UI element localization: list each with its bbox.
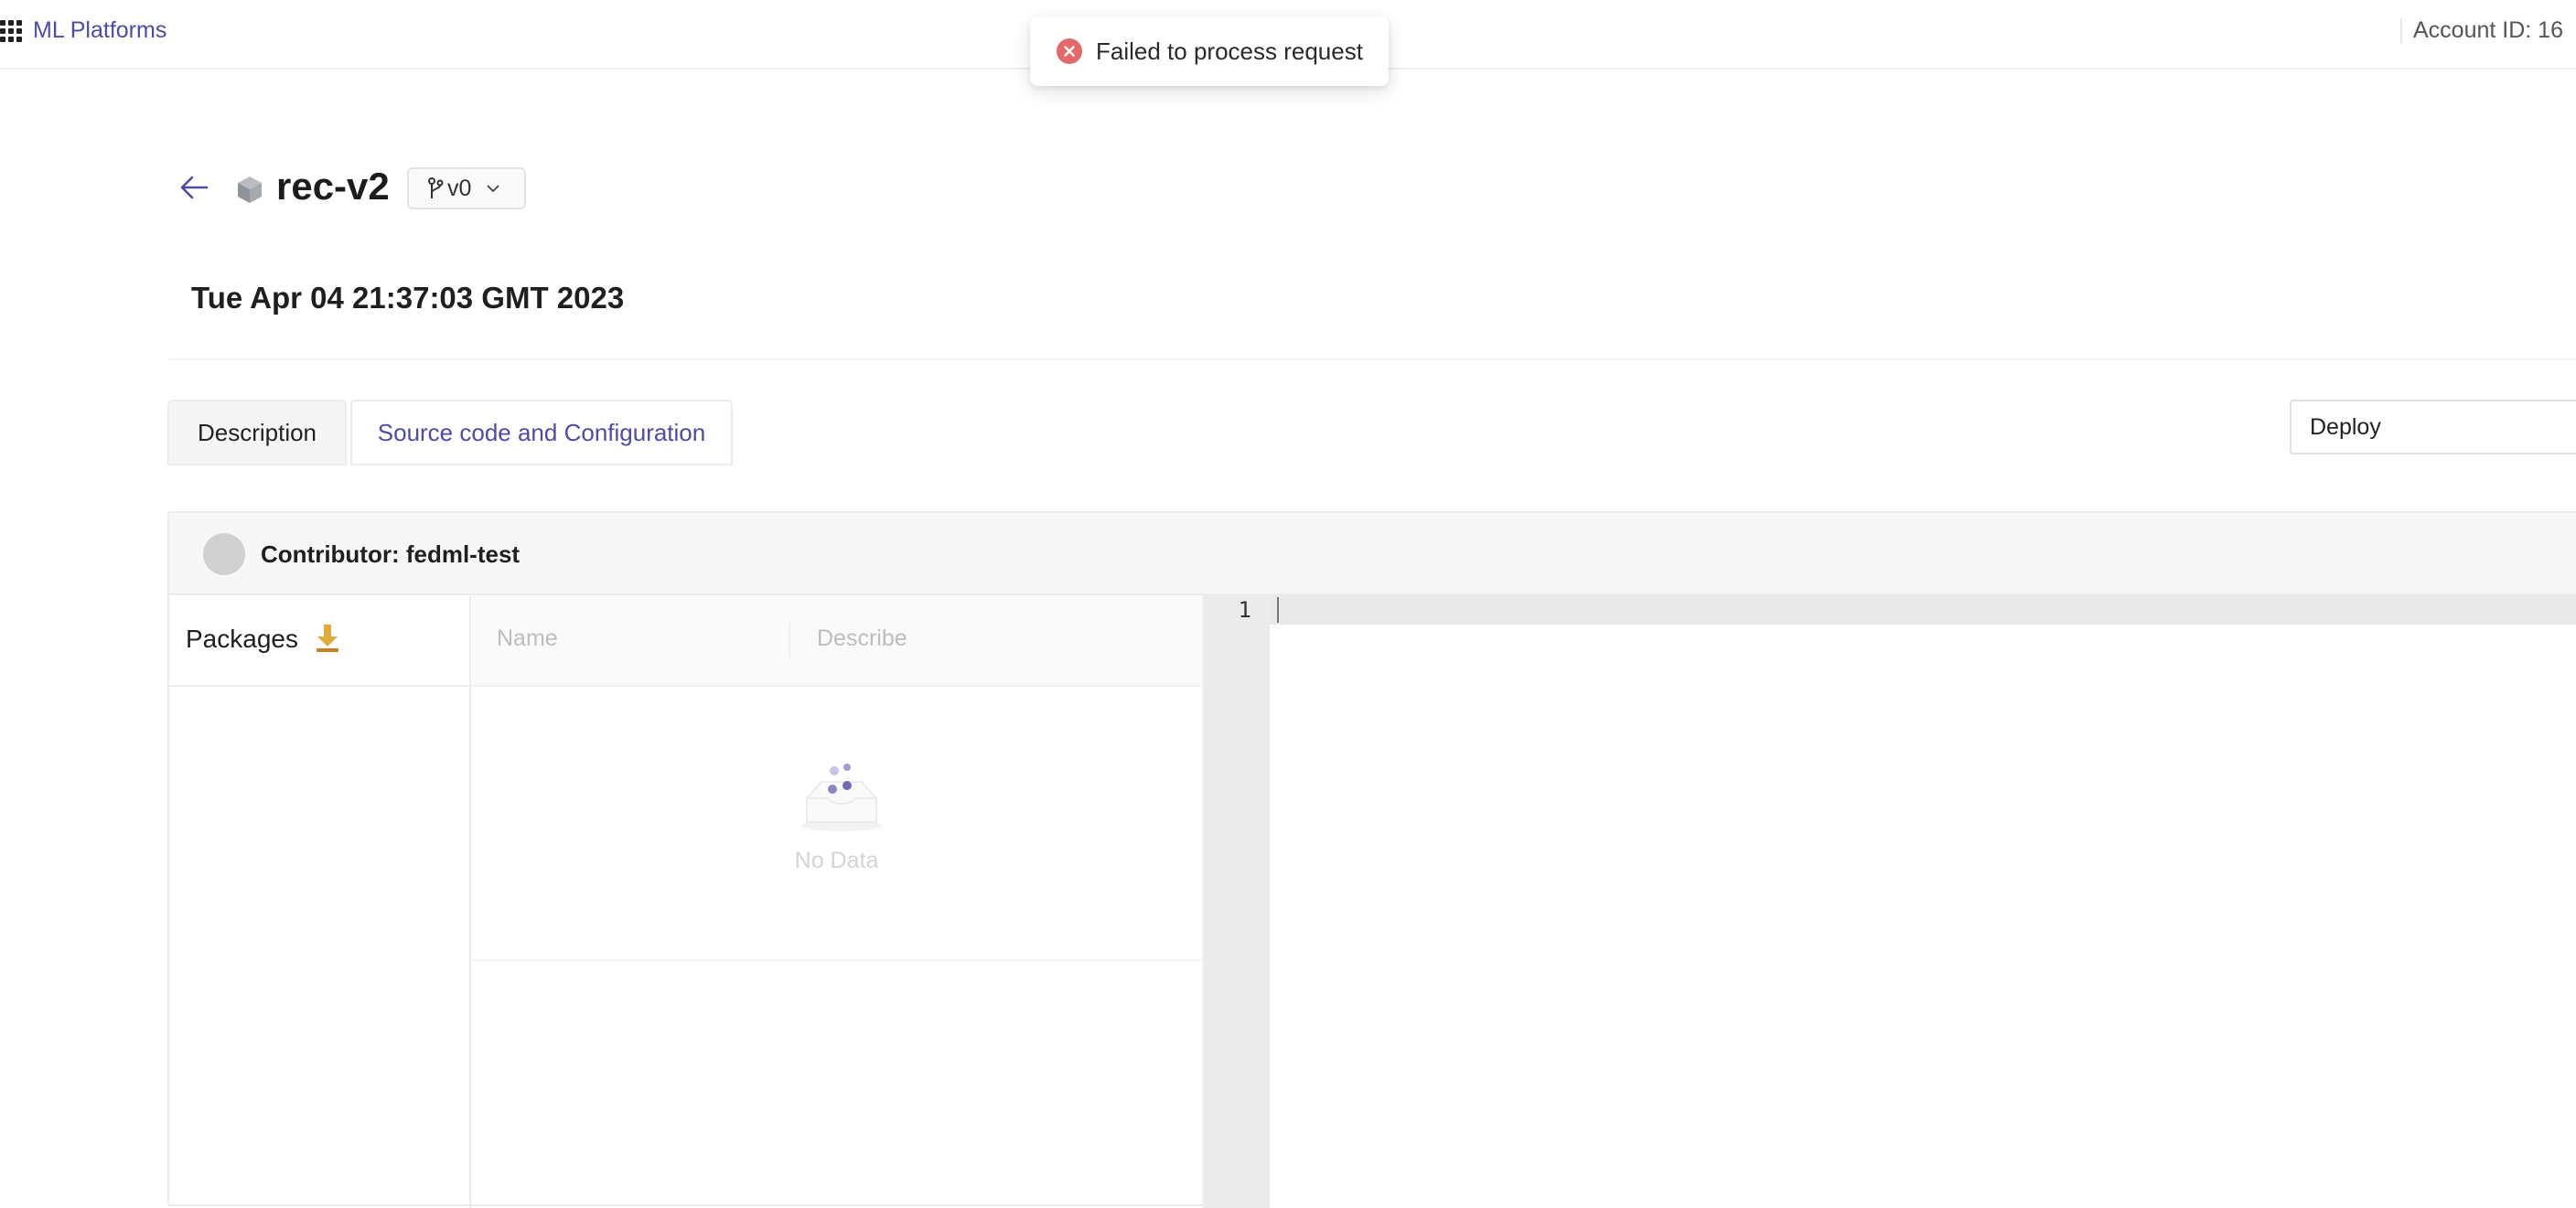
version-label: v0 [447, 175, 472, 201]
empty-box-icon [801, 764, 882, 831]
active-line [1270, 595, 2576, 625]
packages-title: Packages [186, 625, 298, 653]
version-select[interactable]: v0 [407, 167, 526, 209]
table-header: Name Describe [471, 595, 1202, 687]
editor-gutter: 1 [1204, 595, 1270, 1208]
contributor-label: Contributor: fedml-test [261, 540, 521, 568]
model-cube-icon [238, 176, 262, 203]
code-editor[interactable]: 1 [1204, 595, 2576, 1208]
packages-header: Packages [169, 595, 469, 687]
tab-description[interactable]: Description [167, 400, 347, 465]
packages-panel: Packages [169, 595, 471, 1208]
download-icon[interactable] [314, 623, 341, 654]
column-divider [789, 623, 790, 657]
toast-message: Failed to process request [1096, 37, 1363, 65]
column-header-describe: Describe [817, 625, 907, 651]
packages-table: Name Describe No Data [471, 595, 1204, 1208]
account-id: Account ID: 16 [2413, 17, 2563, 43]
empty-state: No Data [471, 687, 1202, 961]
chevron-down-icon [487, 185, 500, 193]
account-divider [2400, 18, 2402, 44]
branch-icon [428, 177, 444, 198]
apps-grid-icon[interactable] [0, 20, 22, 42]
header-divider [167, 358, 2576, 360]
empty-text: No Data [794, 848, 879, 873]
error-toast: Failed to process request [1030, 16, 1389, 86]
source-card: Contributor: fedml-test Packages Name De… [167, 511, 2576, 1208]
brand-link[interactable]: ML Platforms [33, 16, 166, 45]
line-number: 1 [1238, 597, 1251, 623]
column-header-name: Name [497, 625, 558, 651]
model-title: rec-v2 [276, 165, 390, 208]
avatar [203, 533, 245, 575]
error-circle-icon [1057, 38, 1082, 64]
deploy-select[interactable]: Deploy [2290, 400, 2576, 454]
created-date: Tue Apr 04 21:37:03 GMT 2023 [191, 281, 625, 315]
contributor-header: Contributor: fedml-test [169, 513, 2576, 595]
tab-source-code-configuration[interactable]: Source code and Configuration [350, 400, 733, 465]
back-arrow-icon[interactable] [179, 174, 209, 201]
text-cursor [1277, 597, 1279, 623]
